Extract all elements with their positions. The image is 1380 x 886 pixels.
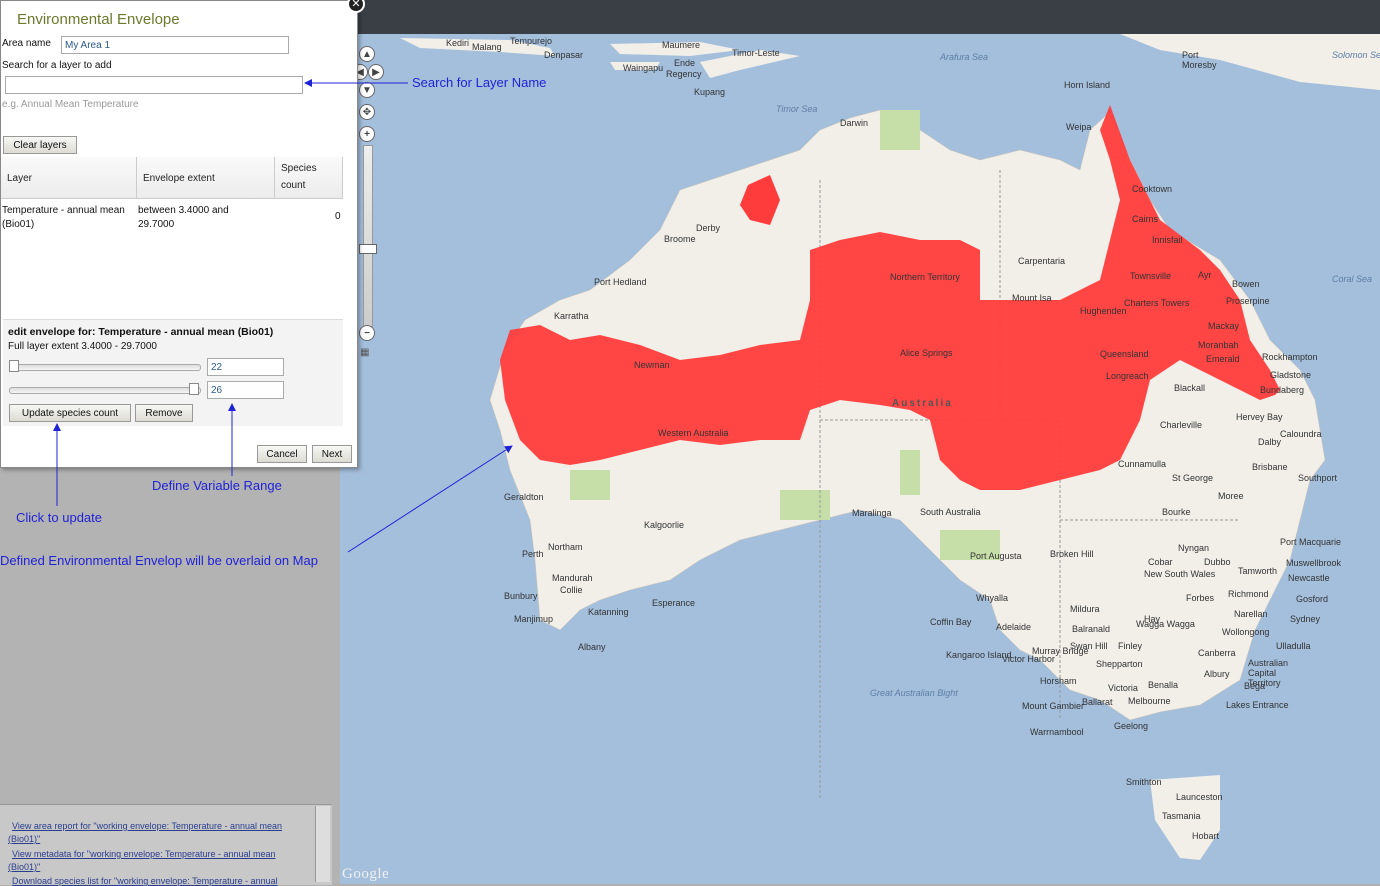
- annotation-arrows: [53, 79, 513, 553]
- annotation-search: Search for Layer Name: [412, 75, 547, 90]
- link-download-species[interactable]: Download species list for "working envel…: [12, 876, 278, 886]
- link-view-metadata-cont[interactable]: (Bio01)": [8, 862, 40, 872]
- links-panel: [0, 804, 332, 885]
- annotation-overlay: Defined Environmental Envelop will be ov…: [0, 553, 318, 568]
- link-view-area-report-cont[interactable]: (Bio01)": [8, 834, 40, 844]
- link-view-area-report[interactable]: View area report for "working envelope: …: [12, 821, 282, 831]
- links-scrollbar[interactable]: [315, 806, 330, 882]
- link-view-metadata[interactable]: View metadata for "working envelope: Tem…: [12, 849, 276, 859]
- overlay-arrow: [347, 445, 513, 553]
- annotation-range: Define Variable Range: [152, 478, 282, 493]
- annotation-update: Click to update: [16, 510, 102, 525]
